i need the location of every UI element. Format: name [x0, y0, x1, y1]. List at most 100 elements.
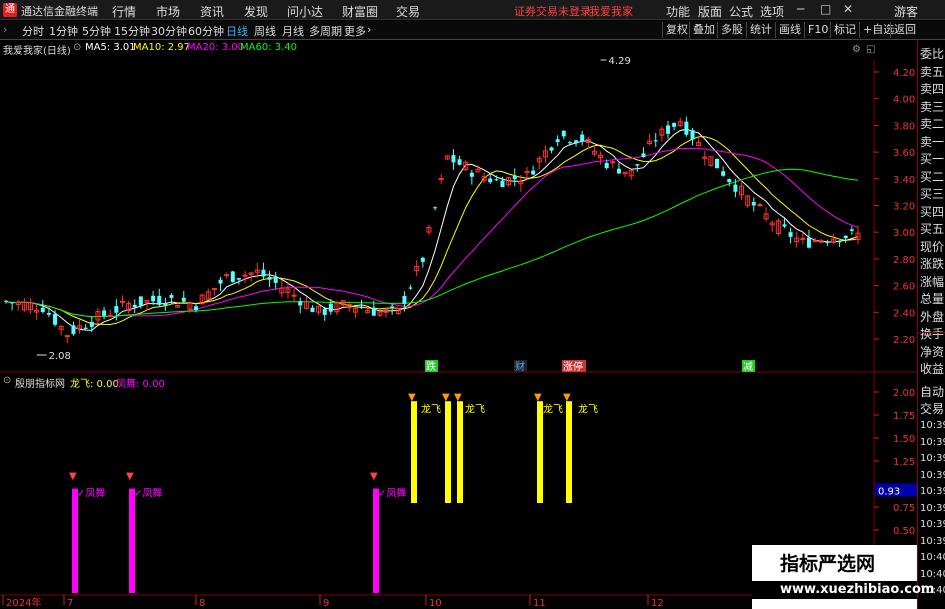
menu-xiaoda[interactable]: 问小达	[287, 3, 323, 20]
menu-options[interactable]: 选项	[760, 3, 784, 20]
event-markers[interactable]: 跌 财 涨停 减	[425, 360, 755, 373]
indicator-tick-label: 1.75	[893, 411, 915, 422]
adjust-button[interactable]: 复权	[662, 22, 691, 38]
indicator-tick-label: 1.50	[893, 434, 915, 445]
indicator-toggle-icon[interactable]: ⊙	[3, 375, 11, 386]
fengwu-signal-label: ✓凤舞	[134, 487, 162, 499]
period-tab-monthly[interactable]: 月线	[282, 23, 304, 39]
candle-body	[230, 271, 235, 283]
menu-news[interactable]: 资讯	[200, 3, 224, 20]
candle-body	[561, 130, 566, 137]
period-tab-more[interactable]: 更多	[344, 23, 366, 39]
candle-body	[549, 147, 554, 151]
period-tab-timeshare[interactable]: 分时	[22, 23, 44, 39]
user-label[interactable]: 游客	[894, 3, 918, 20]
date-tick-label: 10	[429, 598, 442, 609]
quote-side-panel: 委比 卖五 卖四 卖三 卖二 卖一 买一 买二 买三 买四 买五 现价 涨跌 涨幅 总量 外盘 换手 净资 收益 自…	[917, 40, 945, 609]
kline-chart[interactable]: 4.20 4.00 3.80 3.60 3.40 3.20 3.00 2.80 2.60 2.40…	[0, 40, 917, 609]
menu-quotes[interactable]: 行情	[112, 3, 136, 20]
price-tick-label: 2.60	[893, 282, 915, 293]
period-tab-5min[interactable]: 5分钟	[82, 23, 111, 39]
back-button[interactable]: 返回	[890, 22, 919, 38]
quote-field-label: 换手	[920, 327, 945, 341]
price-tick-label: 4.20	[893, 68, 915, 79]
candle-body	[157, 295, 162, 305]
candle-body	[390, 306, 395, 308]
candle-body	[812, 240, 818, 243]
candle-body	[727, 179, 732, 183]
fengwu-bar	[72, 488, 78, 593]
candle-body	[236, 278, 241, 280]
period-tab-60min[interactable]: 60分钟	[188, 23, 224, 39]
candle-body	[328, 303, 333, 312]
longfei-icon: ▼	[563, 392, 571, 403]
ma5-line	[5, 128, 859, 331]
menu-function[interactable]: 功能	[666, 3, 690, 20]
quote-field-label: 卖一	[920, 134, 945, 149]
title-bar: 通 通达信金融终端 行情 市场 资讯 发现 问小达 财富圈 交易 证券交易未登录…	[0, 0, 945, 20]
candle-body	[457, 159, 462, 165]
candle-body	[555, 139, 560, 142]
candle-body	[151, 295, 156, 302]
more-chevron-icon[interactable]: ›	[367, 23, 371, 36]
candle-body	[733, 184, 738, 192]
candle-body	[40, 307, 45, 313]
period-tab-1min[interactable]: 1分钟	[49, 23, 78, 39]
candle-body	[653, 140, 658, 142]
maximize-icon[interactable]: □	[820, 2, 831, 16]
minimize-icon[interactable]: ─	[797, 2, 804, 16]
multi-stock-button[interactable]: 多股	[717, 22, 746, 38]
event-marker-label[interactable]: 减	[743, 361, 753, 373]
close-icon[interactable]: ✕	[843, 2, 853, 16]
period-tab-daily[interactable]: 日线	[226, 23, 248, 39]
candle-body	[53, 313, 58, 325]
event-marker-label[interactable]: 跌	[426, 360, 436, 373]
period-tab-multi[interactable]: 多周期	[309, 23, 342, 39]
quote-field-label: 外盘	[920, 309, 945, 324]
indicator-bars: ▼ ▼ ▼ ▼ ▼龙飞 龙飞 龙飞 龙飞▼✓凤舞▼✓凤舞▼✓凤舞	[69, 392, 598, 593]
menu-wealth[interactable]: 财富圈	[342, 3, 378, 20]
longfei-bar	[445, 401, 451, 503]
menu-layout[interactable]: 版面	[698, 3, 722, 20]
panel-divider	[918, 332, 945, 333]
candle-body	[641, 153, 646, 158]
candle-body	[46, 312, 51, 315]
menu-market[interactable]: 市场	[156, 3, 180, 20]
period-tab-15min[interactable]: 15分钟	[114, 23, 150, 39]
candle-body	[169, 295, 174, 298]
menu-trade[interactable]: 交易	[396, 3, 420, 20]
candle-body	[291, 294, 297, 297]
f10-button[interactable]: F10	[804, 22, 831, 38]
quote-field-label: 卖四	[920, 82, 945, 96]
price-tick-label: 2.40	[893, 308, 915, 319]
price-tick-label: 3.00	[893, 228, 915, 239]
longfei-icon: ▼	[408, 392, 416, 403]
price-annotations: 4.29 2.08	[36, 56, 631, 362]
candle-body	[119, 300, 125, 303]
menu-formula[interactable]: 公式	[729, 3, 753, 20]
toolbar-expand-icon[interactable]: ›	[3, 23, 7, 36]
period-tab-weekly[interactable]: 周线	[254, 23, 276, 39]
menu-discover[interactable]: 发现	[244, 3, 268, 20]
candle-body	[10, 302, 15, 304]
moving-average-lines	[5, 128, 859, 331]
quote-field-label: 委比	[920, 47, 945, 61]
price-tick-label: 3.60	[893, 148, 915, 159]
longfei-value: 龙飞: 0.00	[70, 379, 119, 390]
stats-button[interactable]: 统计	[746, 22, 775, 38]
candle-body	[267, 277, 272, 280]
longfei-bar	[411, 401, 417, 503]
candle-body	[715, 158, 720, 169]
event-marker-label[interactable]: 涨停	[563, 360, 583, 373]
longfei-signal-label: 龙飞	[421, 403, 441, 416]
window-stock-title: 我爱我家	[589, 5, 633, 18]
event-marker-label[interactable]: 财	[515, 360, 525, 373]
overlay-button[interactable]: 叠加	[689, 22, 718, 38]
period-tab-30min[interactable]: 30分钟	[151, 23, 187, 39]
period-toolbar: › 分时 1分钟 5分钟 15分钟 30分钟 60分钟 日线 周线 月线 多周期…	[0, 21, 945, 40]
draw-button[interactable]: 画线	[775, 22, 804, 38]
login-status[interactable]: 证券交易未登录	[514, 3, 591, 19]
candle-body	[132, 304, 137, 308]
mark-button[interactable]: 标记	[830, 22, 859, 38]
fengwu-icon: ▼	[370, 471, 378, 482]
